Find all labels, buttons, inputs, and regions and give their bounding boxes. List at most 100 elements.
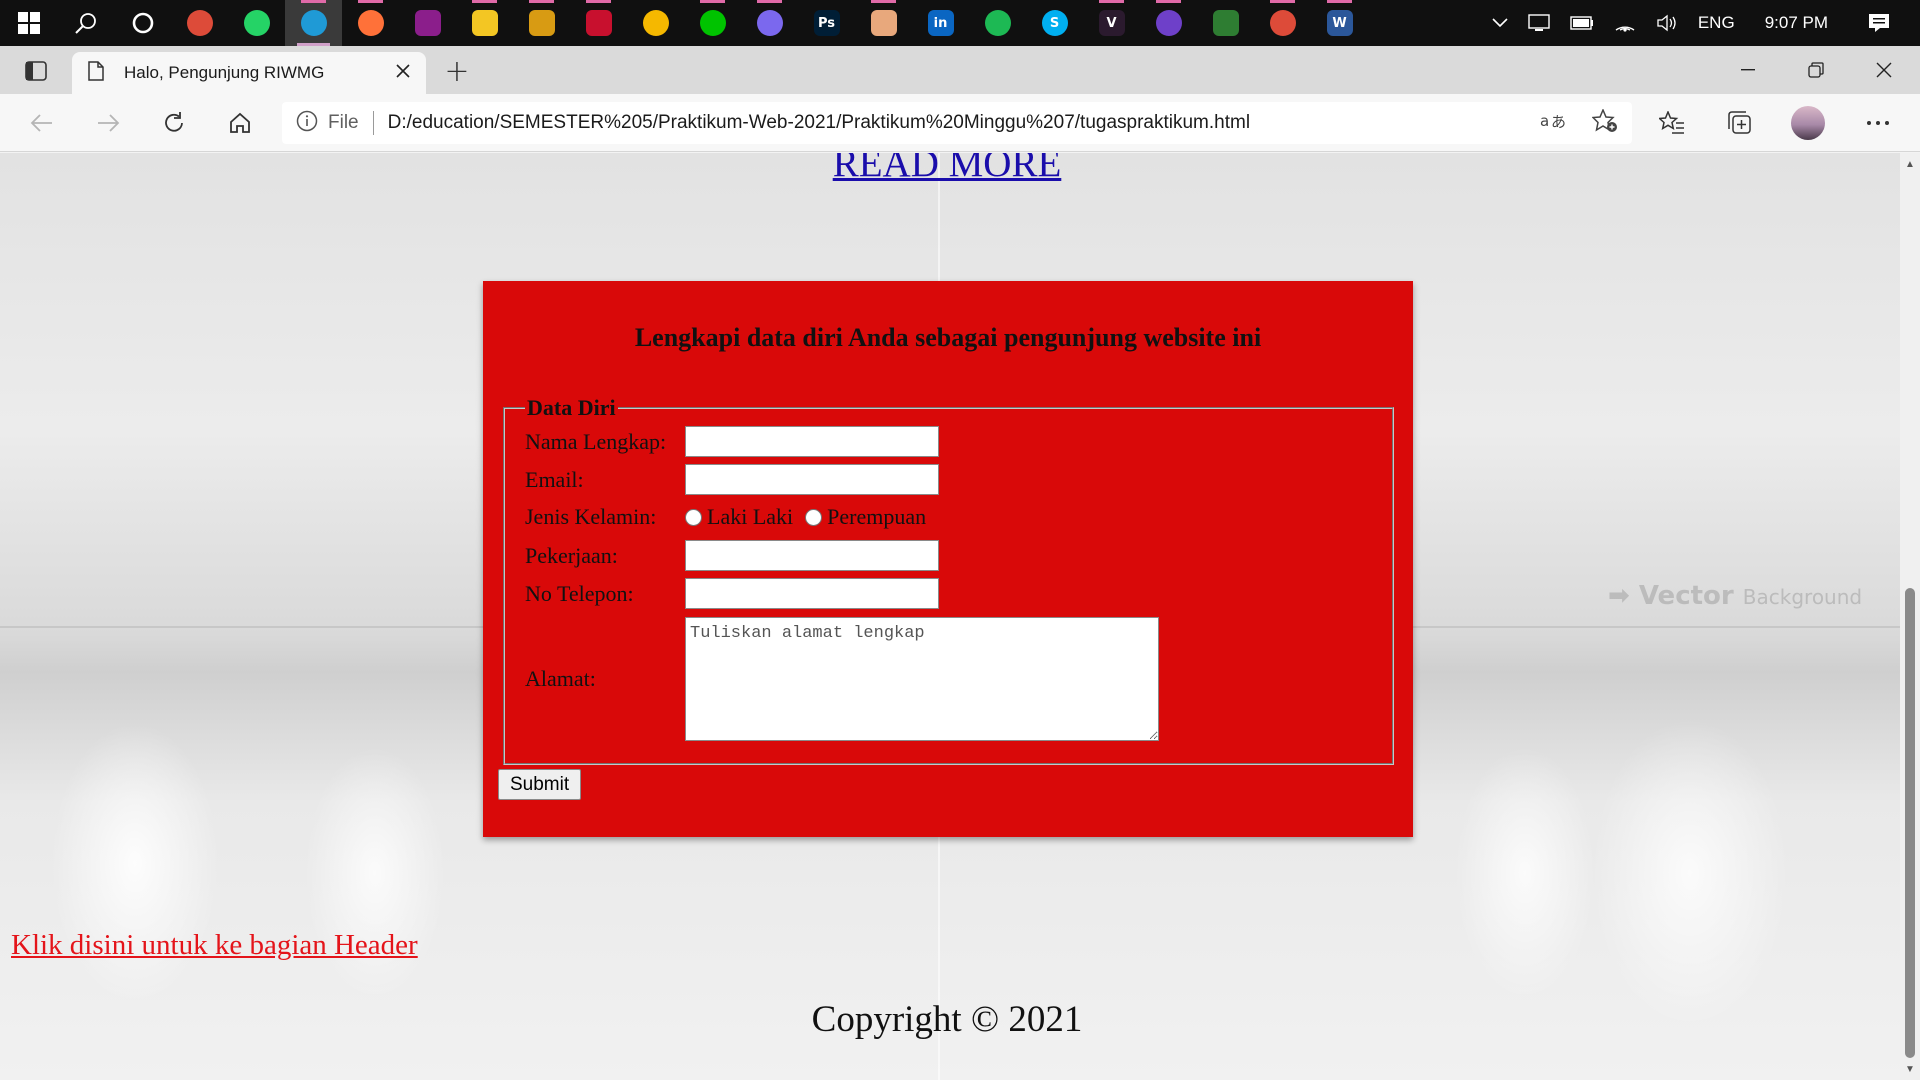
vector-app-icon[interactable]: V	[1083, 0, 1140, 46]
jenis-kelamin-row: Jenis Kelamin: Laki Laki Perempuan	[525, 504, 938, 530]
read-more-link[interactable]: READ MORE	[833, 153, 1062, 185]
svg-text:a: a	[1540, 112, 1549, 130]
form-heading: Lengkapi data diri Anda sebagai pengunju…	[634, 323, 1262, 352]
whatsapp-icon[interactable]	[228, 0, 285, 46]
page-scrollbar[interactable]: ▲ ▼	[1900, 153, 1920, 1080]
perempuan-radio[interactable]	[805, 508, 823, 526]
battery-icon[interactable]	[1560, 16, 1604, 30]
pekerjaan-input[interactable]	[685, 540, 939, 571]
page-viewport: ➡ Vector Background READ MORE Lengkapi d…	[0, 153, 1900, 1080]
email-input[interactable]	[685, 464, 939, 495]
linkedin-icon[interactable]: in	[912, 0, 969, 46]
collections-icon[interactable]	[1718, 102, 1762, 144]
telepon-row: No Telepon:	[525, 578, 939, 609]
email-row: Email:	[525, 464, 939, 495]
telepon-input[interactable]	[685, 578, 939, 609]
scheme-label: File	[328, 112, 359, 133]
header-link-container: Klik disini untuk ke bagian Header	[11, 929, 418, 962]
file-explorer-icon[interactable]	[456, 0, 513, 46]
laki-laki-label[interactable]: Laki Laki	[707, 504, 793, 530]
laki-laki-radio[interactable]	[685, 508, 702, 526]
nama-input[interactable]	[685, 426, 939, 457]
copyright-text: Copyright © 2021	[811, 999, 1083, 1040]
pekerjaan-label: Pekerjaan:	[525, 542, 618, 568]
edge-icon[interactable]	[285, 0, 342, 46]
line-icon[interactable]	[684, 0, 741, 46]
close-tab-icon[interactable]	[396, 63, 410, 83]
scroll-up-icon[interactable]: ▲	[1900, 153, 1920, 175]
visitor-form-panel: Lengkapi data diri Anda sebagai pengunju…	[483, 281, 1413, 837]
cortana-icon[interactable]	[114, 0, 171, 46]
fieldset-legend: Data Diri	[527, 395, 616, 420]
nama-label: Nama Lengkap:	[525, 428, 667, 454]
close-window-icon[interactable]	[1850, 46, 1918, 94]
alamat-row: Alamat:	[525, 617, 1159, 741]
new-tab-button[interactable]: +	[440, 54, 474, 89]
winrar-icon[interactable]	[399, 0, 456, 46]
address-bar[interactable]: File D:/education/SEMESTER%205/Praktikum…	[282, 102, 1632, 144]
mendeley-icon[interactable]	[570, 0, 627, 46]
chrome-icon[interactable]	[171, 0, 228, 46]
back-icon[interactable]	[20, 102, 64, 144]
chevron-up-icon[interactable]	[1482, 18, 1518, 28]
favorites-icon[interactable]	[1650, 102, 1694, 144]
wifi-icon[interactable]	[1604, 14, 1646, 32]
tab-actions-icon[interactable]	[14, 56, 58, 86]
watermark-subtext: Background	[1742, 585, 1863, 609]
scroll-down-icon[interactable]: ▼	[1900, 1058, 1920, 1080]
tab-title: Halo, Pengunjung RIWMG	[124, 63, 325, 82]
page-icon	[88, 60, 104, 86]
browser-tab-bar: Halo, Pengunjung RIWMG +	[0, 46, 1920, 94]
word-icon[interactable]: W	[1311, 0, 1368, 46]
info-icon[interactable]	[296, 110, 318, 137]
more-options-icon[interactable]	[1856, 102, 1900, 144]
read-more-container: READ MORE	[0, 153, 1894, 186]
submit-button[interactable]: Submit	[498, 769, 582, 800]
address-separator	[372, 111, 374, 135]
add-favorite-icon[interactable]	[1591, 107, 1618, 138]
browser-tab-active[interactable]: Halo, Pengunjung RIWMG	[72, 52, 426, 94]
gender-radio-group: Laki Laki Perempuan	[685, 504, 938, 530]
photoshop-icon[interactable]: Ps	[798, 0, 855, 46]
chrome-profile-icon[interactable]	[1254, 0, 1311, 46]
volume-icon[interactable]	[1646, 14, 1688, 32]
layers-app-icon[interactable]	[855, 0, 912, 46]
back-to-header-link[interactable]: Klik disini untuk ke bagian Header	[11, 929, 418, 961]
skype-icon[interactable]: S	[1026, 0, 1083, 46]
search-icon[interactable]	[57, 0, 114, 46]
github-icon[interactable]	[1140, 0, 1197, 46]
perempuan-label[interactable]: Perempuan	[827, 504, 926, 530]
minimize-window-icon[interactable]	[1714, 46, 1782, 94]
music-app-icon[interactable]	[513, 0, 570, 46]
scroll-thumb[interactable]	[1905, 588, 1915, 1058]
windows-taskbar: Ps in S V W ENG 9:07 PM	[0, 0, 1920, 46]
windows-start-icon[interactable]	[0, 0, 57, 46]
email-label: Email:	[525, 466, 584, 492]
restore-window-icon[interactable]	[1782, 46, 1850, 94]
alamat-textarea[interactable]	[685, 617, 1159, 741]
telepon-label: No Telepon:	[525, 580, 634, 606]
forward-icon[interactable]	[86, 102, 130, 144]
notification-icon[interactable]	[1858, 13, 1920, 33]
url-text[interactable]: D:/education/SEMESTER%205/Praktikum-Web-…	[388, 112, 1250, 134]
jenis-kelamin-label: Jenis Kelamin:	[525, 504, 657, 529]
svg-text:あ: あ	[1551, 113, 1566, 131]
nama-row: Nama Lengkap:	[525, 426, 939, 457]
profile-avatar[interactable]	[1786, 102, 1830, 144]
corel-icon[interactable]	[1197, 0, 1254, 46]
refresh-icon[interactable]	[152, 102, 196, 144]
browser-toolbar: File D:/education/SEMESTER%205/Praktikum…	[0, 94, 1920, 152]
clock[interactable]: 9:07 PM	[1745, 13, 1858, 33]
home-icon[interactable]	[218, 102, 262, 144]
picasa-icon[interactable]	[741, 0, 798, 46]
read-aloud-icon[interactable]: aあ	[1540, 110, 1566, 137]
spotify-icon[interactable]	[969, 0, 1026, 46]
background-watermark: ➡ Vector Background	[1608, 581, 1862, 611]
firefox-icon[interactable]	[342, 0, 399, 46]
language-indicator[interactable]: ENG	[1688, 13, 1745, 33]
system-tray: ENG 9:07 PM	[1482, 0, 1920, 46]
triangle-app-icon[interactable]	[627, 0, 684, 46]
pekerjaan-row: Pekerjaan:	[525, 540, 939, 571]
alamat-label: Alamat:	[525, 666, 596, 691]
display-icon[interactable]	[1518, 14, 1560, 32]
